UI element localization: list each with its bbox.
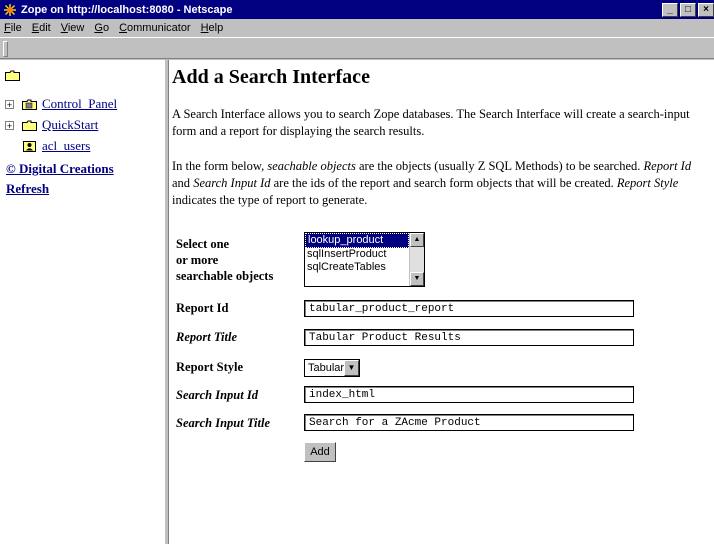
refresh-link[interactable]: Refresh — [6, 181, 49, 197]
close-button[interactable]: × — [698, 2, 714, 17]
expand-icon[interactable]: + — [5, 99, 14, 109]
report-id-label: Report Id — [176, 301, 229, 315]
navigation-frame: + Control_Panel + QuickStart acl_users ©… — [0, 60, 165, 544]
root-folder-icon — [5, 70, 20, 81]
add-button[interactable]: Add — [304, 442, 336, 462]
report-title-label: Report Title — [176, 330, 237, 344]
window-title: Zope on http://localhost:8080 - Netscape — [21, 3, 233, 16]
user-folder-icon — [23, 140, 36, 152]
tree-link-quickstart[interactable]: QuickStart — [42, 117, 98, 133]
list-item[interactable]: lookup_product — [305, 233, 409, 248]
tree-item-control-panel[interactable]: + Control_Panel — [5, 96, 117, 112]
minimize-button[interactable]: _ — [662, 2, 678, 17]
menu-view[interactable]: View — [57, 22, 91, 34]
zope-app-icon — [4, 3, 16, 16]
search-input-title-input[interactable]: Search for a ZAcme Product — [304, 414, 634, 431]
window-titlebar: Zope on http://localhost:8080 - Netscape… — [0, 0, 714, 19]
report-title-input[interactable]: Tabular Product Results — [304, 329, 634, 346]
menu-communicator[interactable]: Communicator — [115, 22, 197, 34]
report-style-select[interactable]: Tabular ▼ — [304, 359, 360, 377]
tree-item-quickstart[interactable]: + QuickStart — [5, 117, 98, 133]
tree-root[interactable] — [5, 70, 25, 81]
chevron-down-icon[interactable]: ▼ — [344, 360, 359, 376]
toolbar-grip[interactable] — [3, 41, 8, 57]
maximize-button[interactable]: □ — [680, 2, 696, 17]
search-input-id-input[interactable]: index_html — [304, 386, 634, 403]
menu-go[interactable]: Go — [90, 22, 115, 34]
searchable-objects-listbox[interactable]: lookup_product sqlInsertProduct sqlCreat… — [304, 232, 425, 287]
scroll-up-icon[interactable]: ▲ — [410, 233, 424, 247]
scroll-down-icon[interactable]: ▼ — [410, 272, 424, 286]
menu-edit[interactable]: Edit — [28, 22, 57, 34]
tree-link-acl-users[interactable]: acl_users — [42, 138, 90, 154]
menu-help[interactable]: Help — [197, 22, 230, 34]
report-style-label: Report Style — [176, 360, 243, 374]
listbox-scrollbar[interactable]: ▲ ▼ — [409, 233, 424, 286]
quickstart-folder-icon — [22, 120, 37, 131]
digital-creations-link[interactable]: © Digital Creations — [6, 161, 114, 177]
page-title: Add a Search Interface — [172, 66, 370, 88]
menu-file[interactable]: File — [0, 22, 28, 34]
menu-bar: File Edit View Go Communicator Help — [0, 19, 714, 37]
instructions-paragraph: In the form below, seachable objects are… — [172, 159, 692, 207]
list-item[interactable]: sqlInsertProduct — [305, 248, 424, 261]
select-objects-label: Select one or more searchable objects — [176, 237, 274, 283]
search-input-title-label: Search Input Title — [176, 416, 270, 430]
report-id-input[interactable]: tabular_product_report — [304, 300, 634, 317]
collapsed-toolbar — [0, 37, 714, 59]
tree-item-acl-users[interactable]: acl_users — [22, 138, 90, 154]
main-frame: Add a Search Interface A Search Interfac… — [169, 60, 714, 544]
intro-paragraph: A Search Interface allows you to search … — [172, 107, 690, 138]
tree-link-control-panel[interactable]: Control_Panel — [42, 96, 117, 112]
list-item[interactable]: sqlCreateTables — [305, 261, 424, 274]
expand-icon[interactable]: + — [5, 120, 14, 130]
search-input-id-label: Search Input Id — [176, 388, 258, 402]
browser-content: + Control_Panel + QuickStart acl_users ©… — [0, 60, 714, 544]
control-panel-folder-icon — [22, 99, 37, 110]
